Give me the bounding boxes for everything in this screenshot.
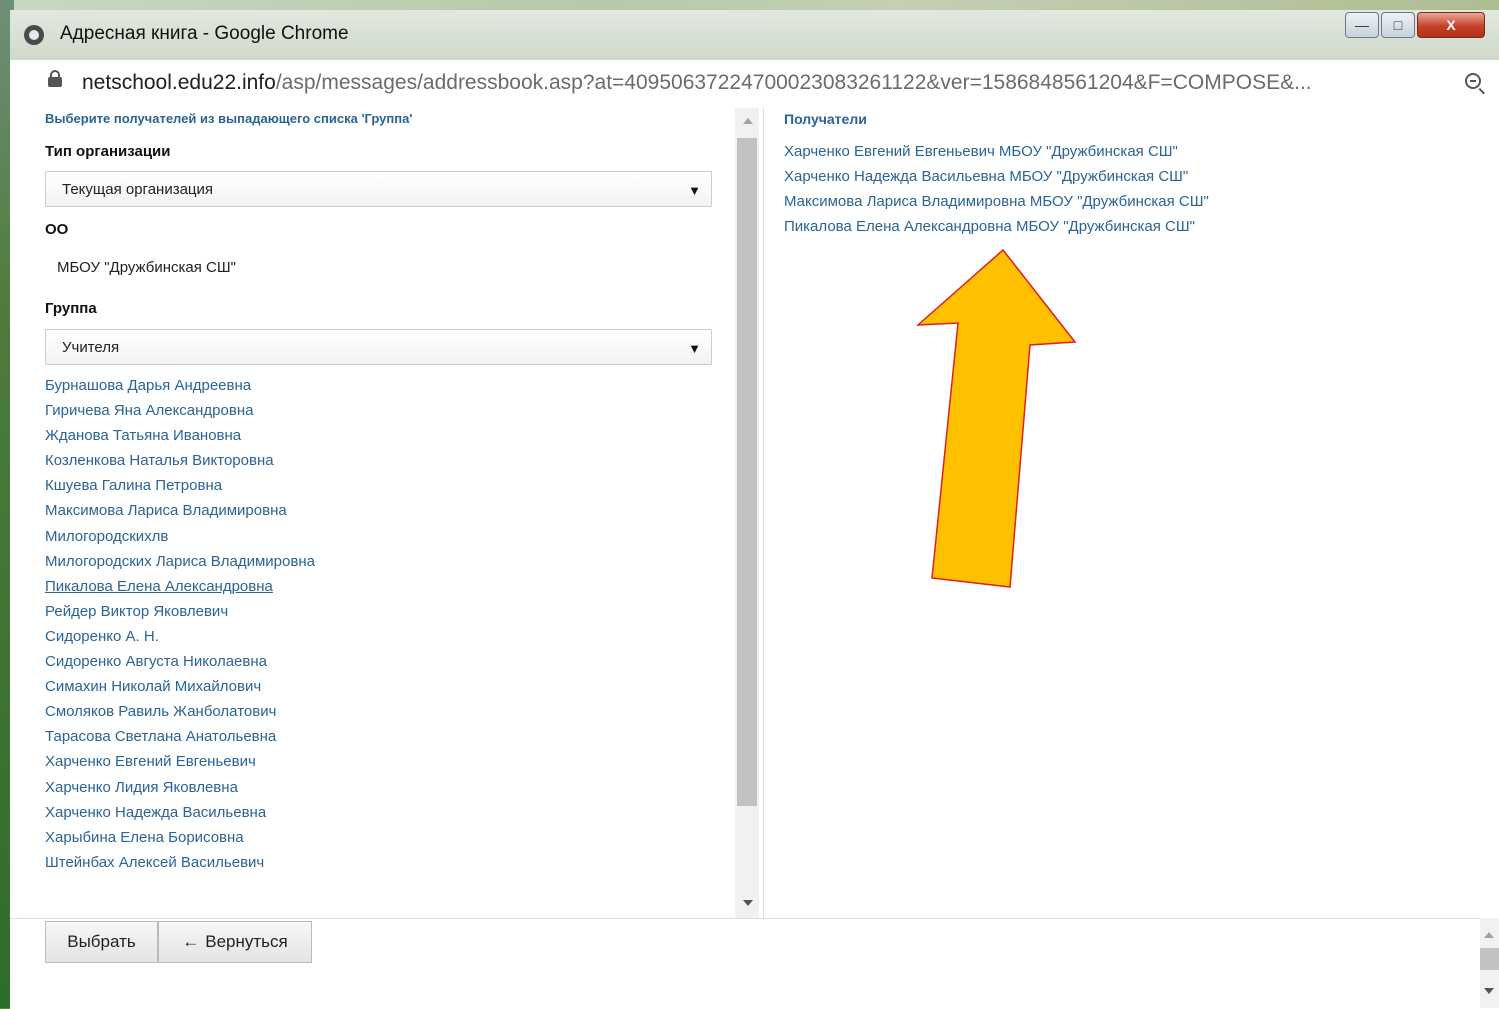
chrome-icon [24, 25, 44, 45]
list-item[interactable]: Жданова Татьяна Ивановна [45, 426, 315, 451]
list-item[interactable]: Харченко Надежда Васильевна [45, 803, 315, 828]
url-path: /asp/messages/addressbook.asp?at=4095063… [275, 71, 1312, 94]
back-button[interactable]: ← Вернуться [158, 921, 312, 963]
select-button[interactable]: Выбрать [45, 921, 158, 963]
scroll-down-icon[interactable] [743, 900, 753, 906]
list-item[interactable]: Гиричева Яна Александровна [45, 401, 315, 426]
maximize-button[interactable]: □ [1381, 12, 1415, 38]
back-button-label: Вернуться [205, 932, 288, 951]
teacher-list: Бурнашова Дарья Андреевна Гиричева Яна А… [45, 376, 315, 878]
minimize-button[interactable]: — [1345, 12, 1379, 38]
list-item[interactable]: Харыбина Елена Борисовна [45, 828, 315, 853]
list-item[interactable]: Бурнашова Дарья Андреевна [45, 376, 315, 401]
right-pane: Получатели Харченко Евгений Евгеньевич М… [764, 108, 1499, 918]
window-title: Адресная книга - Google Chrome [60, 23, 349, 44]
list-item[interactable]: Кшуева Галина Петровна [45, 476, 315, 501]
close-icon: X [1446, 17, 1456, 33]
list-item[interactable]: Тарасова Светлана Анатольевна [45, 727, 315, 752]
page-scrollbar[interactable] [1480, 918, 1499, 1008]
left-scrollbar[interactable] [735, 108, 759, 918]
back-arrow-icon: ← [182, 932, 200, 951]
list-item[interactable]: Максимова Лариса Владимировна [45, 501, 315, 526]
recipient-list: Харченко Евгений Евгеньевич МБОУ "Дружби… [784, 142, 1209, 242]
list-item[interactable]: Козленкова Наталья Викторовна [45, 451, 315, 476]
address-bar[interactable]: netschool.edu22.info/asp/messages/addres… [10, 60, 1499, 109]
title-bar: Адресная книга - Google Chrome — □ X [10, 10, 1499, 60]
left-pane: Выберите получателей из выпадающего спис… [10, 108, 735, 918]
browser-window: Адресная книга - Google Chrome — □ X net… [0, 0, 1499, 1009]
recipient-item[interactable]: Пикалова Елена Александровна МБОУ "Дружб… [784, 217, 1209, 242]
close-button[interactable]: X [1417, 12, 1485, 38]
list-item[interactable]: Харченко Евгений Евгеньевич [45, 752, 315, 777]
scrollbar-thumb[interactable] [1480, 948, 1499, 970]
recipient-item[interactable]: Харченко Евгений Евгеньевич МБОУ "Дружби… [784, 142, 1209, 167]
org-type-value: Текущая организация [62, 181, 214, 198]
select-button-label: Выбрать [67, 932, 136, 951]
recipients-title: Получатели [784, 111, 867, 127]
oo-label: ОО [45, 221, 69, 238]
lock-icon[interactable] [48, 70, 62, 87]
chevron-down-icon: ▼ [688, 183, 701, 198]
scroll-up-icon[interactable] [1484, 932, 1494, 938]
list-item[interactable]: Симахин Николай Михайлович [45, 677, 315, 702]
list-item[interactable]: Милогородских Лариса Владимировна [45, 552, 315, 577]
hint-text: Выберите получателей из выпадающего спис… [45, 111, 413, 126]
list-item[interactable]: Сидоренко А. Н. [45, 627, 315, 652]
list-item[interactable]: Сидоренко Августа Николаевна [45, 652, 315, 677]
org-type-select[interactable]: Текущая организация ▼ [45, 171, 712, 207]
page-content: Выберите получателей из выпадающего спис… [10, 108, 1499, 1009]
group-select[interactable]: Учителя ▼ [45, 329, 712, 365]
list-item[interactable]: Рейдер Виктор Яковлевич [45, 602, 315, 627]
list-item[interactable]: Харченко Лидия Яковлевна [45, 778, 315, 803]
minimize-icon: — [1355, 17, 1369, 33]
org-type-label: Тип организации [45, 143, 171, 160]
list-item-hovered[interactable]: Пикалова Елена Александровна [45, 577, 315, 602]
list-item[interactable]: Штейнбах Алексей Васильевич [45, 853, 315, 878]
recipient-item[interactable]: Харченко Надежда Васильевна МБОУ "Дружби… [784, 167, 1209, 192]
oo-value: МБОУ "Дружбинская СШ" [57, 259, 236, 276]
scroll-down-icon[interactable] [1484, 988, 1494, 994]
group-label: Группа [45, 300, 97, 317]
group-value: Учителя [62, 339, 120, 356]
scroll-up-icon[interactable] [743, 118, 753, 124]
list-item[interactable]: Милогородскихлв [45, 527, 315, 552]
footer-bar: Выбрать ← Вернуться [10, 918, 1499, 1009]
url-host: netschool.edu22.info [82, 71, 276, 94]
url-text[interactable]: netschool.edu22.info/asp/messages/addres… [82, 71, 1312, 95]
scrollbar-thumb[interactable] [737, 138, 757, 806]
list-item[interactable]: Смоляков Равиль Жанболатович [45, 702, 315, 727]
recipient-item[interactable]: Максимова Лариса Владимировна МБОУ "Друж… [784, 192, 1209, 217]
maximize-icon: □ [1393, 17, 1403, 33]
zoom-icon[interactable] [1465, 73, 1481, 89]
window-controls: — □ X [1343, 10, 1499, 46]
chevron-down-icon: ▼ [688, 341, 701, 356]
